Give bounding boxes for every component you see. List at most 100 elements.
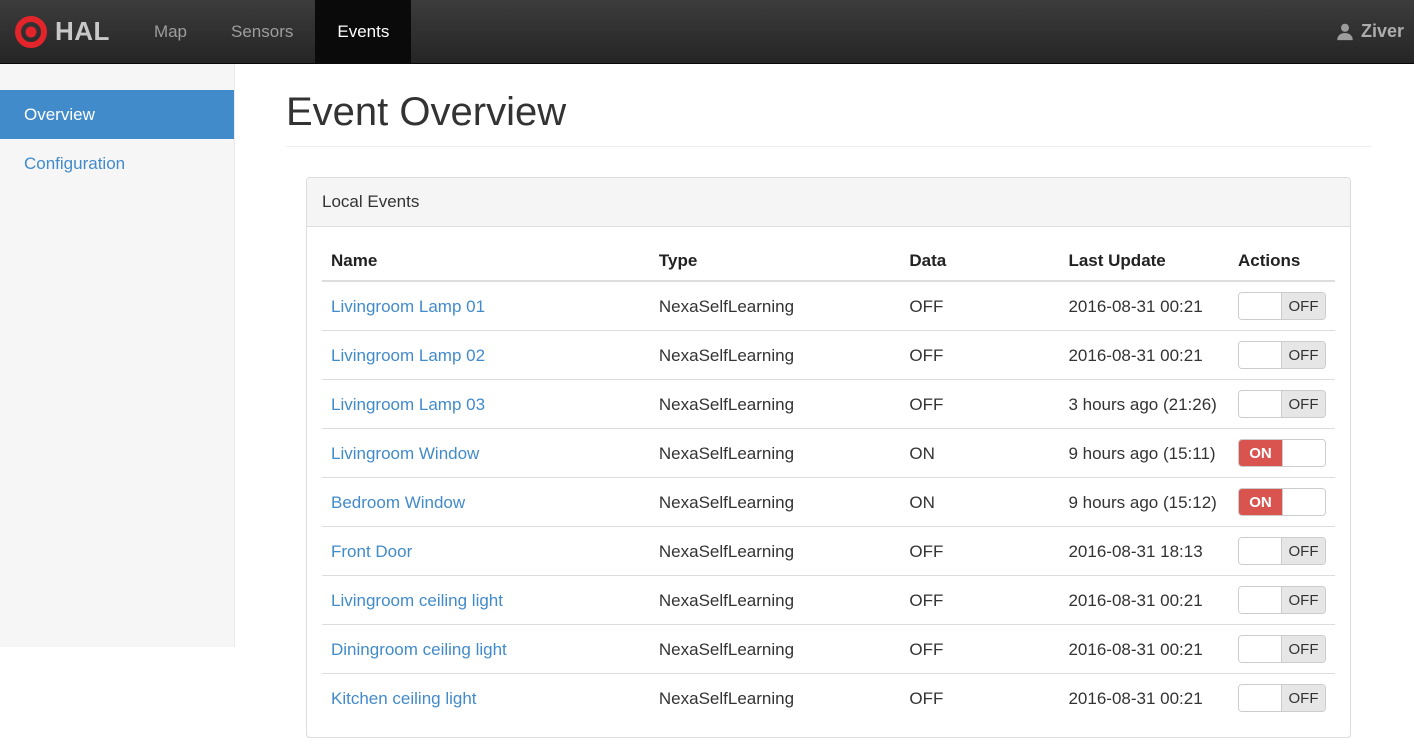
- toggle-knob: [1239, 538, 1282, 564]
- event-toggle-switch[interactable]: OFF: [1238, 390, 1326, 418]
- nav-item-sensors[interactable]: Sensors: [209, 0, 315, 63]
- event-name-link[interactable]: Livingroom ceiling light: [331, 591, 503, 610]
- event-type: NexaSelfLearning: [649, 673, 901, 722]
- event-row: Livingroom Lamp 02 NexaSelfLearning OFF …: [322, 330, 1335, 380]
- event-data: OFF: [900, 575, 1060, 625]
- user-menu[interactable]: Ziver: [1335, 0, 1414, 63]
- brand-label: HAL: [55, 16, 110, 46]
- event-toggle-switch[interactable]: OFF: [1238, 341, 1326, 369]
- event-toggle-switch[interactable]: ON: [1238, 488, 1326, 516]
- event-row: Diningroom ceiling light NexaSelfLearnin…: [322, 624, 1335, 674]
- event-last-update: 2016-08-31 00:21: [1059, 624, 1229, 674]
- event-toggle-switch[interactable]: OFF: [1238, 292, 1326, 320]
- event-row: Livingroom Lamp 01 NexaSelfLearning OFF …: [322, 281, 1335, 331]
- event-name-link[interactable]: Diningroom ceiling light: [331, 640, 507, 659]
- column-header-name: Name: [322, 242, 650, 282]
- event-toggle-switch[interactable]: ON: [1238, 439, 1326, 467]
- event-data: OFF: [900, 526, 1060, 576]
- panel-body: Name Type Data Last Update Actions Livin…: [307, 227, 1350, 737]
- event-data: ON: [900, 477, 1060, 527]
- events-table: Name Type Data Last Update Actions Livin…: [322, 242, 1335, 722]
- event-data: ON: [900, 428, 1060, 478]
- bullseye-icon: [15, 15, 47, 48]
- local-events-panel: Local Events Name Type Data Last Update …: [306, 177, 1351, 738]
- toggle-knob: [1239, 391, 1282, 417]
- event-last-update: 9 hours ago (15:11): [1059, 428, 1229, 478]
- navbar: HAL Map Sensors Events Ziver: [0, 0, 1414, 64]
- event-row: Livingroom Window NexaSelfLearning ON 9 …: [322, 428, 1335, 478]
- event-type: NexaSelfLearning: [649, 477, 901, 527]
- event-type: NexaSelfLearning: [649, 330, 901, 380]
- person-icon: [1337, 23, 1353, 40]
- event-toggle-switch[interactable]: OFF: [1238, 586, 1326, 614]
- event-data: OFF: [900, 624, 1060, 674]
- event-row: Kitchen ceiling light NexaSelfLearning O…: [322, 673, 1335, 722]
- event-row: Bedroom Window NexaSelfLearning ON 9 hou…: [322, 477, 1335, 527]
- event-last-update: 2016-08-31 00:21: [1068, 296, 1203, 316]
- toggle-state-label: OFF: [1282, 342, 1325, 368]
- toggle-state-label: OFF: [1282, 391, 1325, 417]
- event-toggle-switch[interactable]: OFF: [1238, 537, 1326, 565]
- toggle-knob: [1239, 293, 1282, 319]
- event-name-link[interactable]: Kitchen ceiling light: [331, 689, 477, 708]
- event-last-update: 2016-08-31 00:21: [1059, 330, 1229, 380]
- toggle-knob: [1282, 489, 1325, 515]
- event-type: NexaSelfLearning: [649, 428, 901, 478]
- toggle-state-label: OFF: [1282, 685, 1325, 711]
- event-row: Livingroom Lamp 03 NexaSelfLearning OFF …: [322, 379, 1335, 429]
- panel-title: Local Events: [307, 178, 1350, 227]
- event-name-link[interactable]: Livingroom Lamp 01: [331, 297, 485, 316]
- column-header-actions: Actions: [1228, 242, 1335, 282]
- nav-item-map[interactable]: Map: [132, 0, 209, 63]
- column-header-last-update: Last Update: [1059, 242, 1229, 282]
- toggle-knob: [1239, 685, 1282, 711]
- toggle-state-label: OFF: [1282, 538, 1325, 564]
- event-row: Livingroom ceiling light NexaSelfLearnin…: [322, 575, 1335, 625]
- toggle-knob: [1282, 440, 1325, 466]
- navbar-menu: Map Sensors Events: [132, 0, 412, 63]
- event-last-update: 2016-08-31 18:13: [1059, 526, 1229, 576]
- event-data: OFF: [900, 379, 1060, 429]
- main-content: Event Overview Local Events Name Type Da…: [235, 64, 1414, 738]
- page-body: Overview Configuration Event Overview Lo…: [0, 64, 1414, 738]
- event-name-link[interactable]: Livingroom Lamp 03: [331, 395, 485, 414]
- event-name-link[interactable]: Bedroom Window: [331, 493, 465, 512]
- toggle-state-label: ON: [1239, 440, 1282, 466]
- column-header-data: Data: [900, 242, 1060, 282]
- page-title: Event Overview: [286, 90, 1371, 147]
- toggle-knob: [1239, 587, 1282, 613]
- sidebar: Overview Configuration: [0, 64, 235, 647]
- event-type: NexaSelfLearning: [649, 575, 901, 625]
- event-last-update: 2016-08-31 00:21: [1059, 673, 1229, 722]
- brand[interactable]: HAL: [0, 0, 114, 63]
- toggle-state-label: OFF: [1282, 636, 1325, 662]
- toggle-state-label: OFF: [1282, 587, 1325, 613]
- event-row: Front Door NexaSelfLearning OFF 2016-08-…: [322, 526, 1335, 576]
- event-toggle-switch[interactable]: OFF: [1238, 684, 1326, 712]
- toggle-state-label: OFF: [1282, 293, 1325, 319]
- event-type: NexaSelfLearning: [649, 379, 901, 429]
- event-type: NexaSelfLearning: [649, 624, 901, 674]
- event-type: NexaSelfLearning: [658, 296, 795, 316]
- event-toggle-switch[interactable]: OFF: [1238, 635, 1326, 663]
- toggle-state-label: ON: [1239, 489, 1282, 515]
- event-data: OFF: [909, 296, 944, 316]
- toggle-knob: [1239, 636, 1282, 662]
- toggle-knob: [1239, 342, 1282, 368]
- sidebar-item-configuration[interactable]: Configuration: [0, 139, 234, 188]
- event-last-update: 3 hours ago (21:26): [1059, 379, 1229, 429]
- column-header-type: Type: [649, 242, 901, 282]
- event-last-update: 9 hours ago (15:12): [1059, 477, 1229, 527]
- event-data: OFF: [900, 673, 1060, 722]
- events-table-body: Livingroom Lamp 01 NexaSelfLearning OFF …: [322, 281, 1335, 722]
- user-name: Ziver: [1360, 21, 1404, 41]
- event-name-link[interactable]: Livingroom Window: [331, 444, 479, 463]
- event-name-link[interactable]: Front Door: [331, 542, 412, 561]
- event-type: NexaSelfLearning: [649, 526, 901, 576]
- nav-item-events[interactable]: Events: [315, 0, 412, 63]
- sidebar-item-overview[interactable]: Overview: [0, 90, 234, 139]
- table-header-row: Name Type Data Last Update Actions: [322, 242, 1335, 282]
- event-name-link[interactable]: Livingroom Lamp 02: [331, 346, 485, 365]
- event-last-update: 2016-08-31 00:21: [1059, 575, 1229, 625]
- event-data: OFF: [900, 330, 1060, 380]
